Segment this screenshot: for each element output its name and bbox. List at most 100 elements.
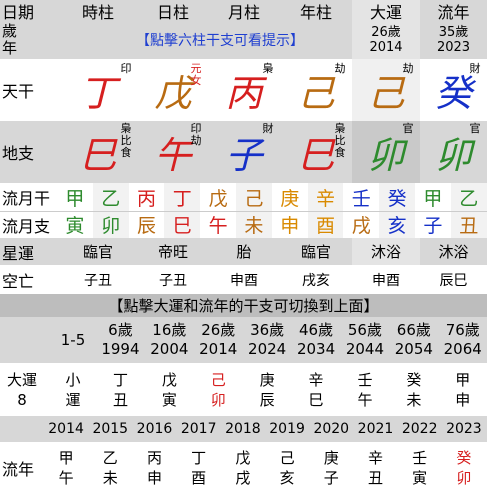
liuyue-gan-cell[interactable]: 庚	[272, 183, 308, 211]
liuyue-zhi-cell[interactable]: 子	[415, 211, 451, 238]
dayun-first-range: 1-5	[60, 330, 86, 349]
liuyue-zhi-cell[interactable]: 辰	[129, 211, 165, 238]
void-day: 子丑	[159, 272, 187, 289]
liuyue-gan-cell[interactable]: 丁	[164, 183, 201, 211]
liunian-ganzhi-cell[interactable]: 丁酉	[177, 442, 221, 494]
liunian-year-cell[interactable]: 2023	[442, 416, 486, 442]
dayun-age-cell[interactable]: 46歲 2034	[292, 317, 341, 363]
zhi-pillar-2[interactable]: 子財	[208, 121, 280, 183]
liuyue-gan-cell[interactable]: 丙	[129, 183, 165, 211]
dayun-ganzhi-cell[interactable]: 丁丑	[96, 363, 145, 416]
pillar-hint-button[interactable]: 【點擊六柱干支可看提示】	[93, 27, 347, 53]
dayun-year: 2024	[248, 340, 287, 358]
dayun-age: 76歲	[445, 321, 480, 339]
dayun-age-cell[interactable]: 26歲 2014	[352, 21, 420, 59]
gan-char: 己	[297, 72, 335, 115]
dayun-age-cell[interactable]: 36歲 2024	[243, 317, 292, 363]
zhi-pillar-4[interactable]: 卯官	[352, 121, 420, 183]
liunian-ganzhi-cell[interactable]: 癸卯	[442, 442, 486, 494]
gan-pillar-2[interactable]: 丙梟	[208, 59, 280, 121]
liuyue-gan-cell[interactable]: 戊	[200, 183, 236, 211]
liunian-year-cell[interactable]: 2019	[265, 416, 309, 442]
void-dayun: 申酉	[372, 272, 400, 289]
star-fortune-liunian: 沐浴	[438, 243, 469, 261]
liuyue-zhi-cell[interactable]: 丑	[450, 211, 487, 238]
liunian-ganzhi-cell[interactable]: 己亥	[265, 442, 309, 494]
liunian-year-cell[interactable]: 2022	[398, 416, 442, 442]
dayun-ganzhi-cell[interactable]: 己卯	[194, 363, 243, 416]
liuyue-zhi-cell[interactable]: 戌	[343, 211, 379, 238]
zhi-pillar-0[interactable]: 巳梟 比 食	[58, 121, 138, 183]
age-row: 歲 年 【點擊六柱干支可看提示】 26歲 2014 35歲 2023	[0, 21, 487, 59]
liuyue-zhi-cell[interactable]: 酉	[307, 211, 344, 238]
star-fortune-year: 臨官	[300, 243, 331, 261]
zhi-pillar-5[interactable]: 卯官	[420, 121, 487, 183]
liuyue-gan-cell[interactable]: 辛	[307, 183, 344, 211]
dayun-age: 26歲	[371, 25, 401, 40]
zhi-char: 巳	[297, 134, 335, 177]
liunian-ganzhi-cell[interactable]: 丙申	[132, 442, 176, 494]
liuyue-zhi-cell[interactable]: 午	[200, 211, 236, 238]
dayun-age-cell[interactable]: 16歲 2004	[145, 317, 194, 363]
gan-char: 戊	[154, 72, 192, 115]
liuyue-gan-cell[interactable]: 乙	[92, 183, 129, 211]
liuyue-gan-cell[interactable]: 癸	[379, 183, 415, 211]
liunian-year-cell[interactable]: 2015	[88, 416, 132, 442]
liunian-ganzhi-cell[interactable]: 庚子	[309, 442, 353, 494]
liuyue-zhi-cell[interactable]: 卯	[92, 211, 129, 238]
dayun-age-cell[interactable]: 56歲 2044	[341, 317, 390, 363]
liuyue-zhi-cell[interactable]: 亥	[379, 211, 415, 238]
dayun-ganzhi-cell[interactable]: 甲申	[438, 363, 487, 416]
dayun-age-cell[interactable]: 76歲 2064	[438, 317, 487, 363]
liunian-ganzhi-cell[interactable]: 壬寅	[398, 442, 442, 494]
age-label: 歲 年	[2, 22, 18, 57]
dayun-ganzhi-row: 大運 8 小 運 丁丑戊寅己卯庚辰辛巳壬午癸未甲申	[0, 363, 487, 416]
liunian-year-cell[interactable]: 2016	[132, 416, 176, 442]
dayun-age: 6歲	[108, 321, 133, 339]
dayun-ganzhi-cell[interactable]: 庚辰	[243, 363, 292, 416]
dayun-ganzhi-a: 己	[210, 370, 226, 389]
liuyue-gan-cell[interactable]: 己	[236, 183, 272, 211]
gan-ten-god-tag: 元 女	[190, 62, 202, 87]
dayun-xiaoyun[interactable]: 小 運	[50, 363, 96, 416]
dayun-ganzhi-cell[interactable]: 壬午	[341, 363, 390, 416]
liuyue-gan-cell[interactable]: 乙	[450, 183, 487, 211]
liuyue-zhi-cell[interactable]: 寅	[57, 211, 93, 238]
zhi-ten-god-tag: 官	[402, 122, 414, 135]
dayun-ganzhi-cell[interactable]: 辛巳	[292, 363, 341, 416]
liunian-year-cell[interactable]: 2014	[44, 416, 88, 442]
liunian-ganzhi-b: 丑	[367, 469, 383, 487]
liunian-year-cell[interactable]: 2018	[221, 416, 265, 442]
liunian-ganzhi-cell[interactable]: 辛丑	[353, 442, 397, 494]
liunian-ganzhi-a: 丁	[191, 449, 207, 467]
liunian-ganzhi-cell[interactable]: 甲午	[44, 442, 88, 494]
dayun-age-cell[interactable]: 26歲 2014	[194, 317, 243, 363]
zhi-pillar-1[interactable]: 午印 劫	[138, 121, 208, 183]
liuyue-gan-cell[interactable]: 壬	[343, 183, 379, 211]
dayun-ganzhi-cell[interactable]: 癸未	[389, 363, 438, 416]
dayun-ganzhi-cell[interactable]: 戊寅	[145, 363, 194, 416]
gan-pillar-5[interactable]: 癸財	[420, 59, 487, 121]
gan-pillar-0[interactable]: 丁印	[58, 59, 138, 121]
liunian-year-cell[interactable]: 2021	[353, 416, 397, 442]
gan-pillar-3[interactable]: 己劫	[280, 59, 352, 121]
liuyue-zhi-cell[interactable]: 巳	[164, 211, 201, 238]
liunian-ganzhi-a: 丙	[146, 449, 162, 467]
gan-pillar-4[interactable]: 己劫	[352, 59, 420, 121]
liuyue-gan-cell[interactable]: 甲	[415, 183, 451, 211]
liuyue-zhi-cell[interactable]: 申	[272, 211, 308, 238]
liunian-ganzhi-a: 辛	[367, 449, 383, 467]
dayun-age-cell[interactable]: 66歲 2054	[389, 317, 438, 363]
liunian-ganzhi-cell[interactable]: 乙未	[88, 442, 132, 494]
zhi-pillar-3[interactable]: 巳梟 比 食	[280, 121, 352, 183]
star-fortune-hour: 臨官	[82, 243, 113, 261]
liunian-ganzhi-cell[interactable]: 戊戌	[221, 442, 265, 494]
liunian-ganzhi-a: 戊	[235, 449, 251, 467]
gan-pillar-1[interactable]: 戊元 女	[138, 59, 208, 121]
liuyue-zhi-cell[interactable]: 未	[236, 211, 272, 238]
dayun-age-cell[interactable]: 6歲 1994	[96, 317, 145, 363]
liuyue-gan-cell[interactable]: 甲	[57, 183, 93, 211]
liunian-age-cell[interactable]: 35歲 2023	[420, 21, 487, 59]
liunian-year-cell[interactable]: 2020	[309, 416, 353, 442]
liunian-year-cell[interactable]: 2017	[177, 416, 221, 442]
